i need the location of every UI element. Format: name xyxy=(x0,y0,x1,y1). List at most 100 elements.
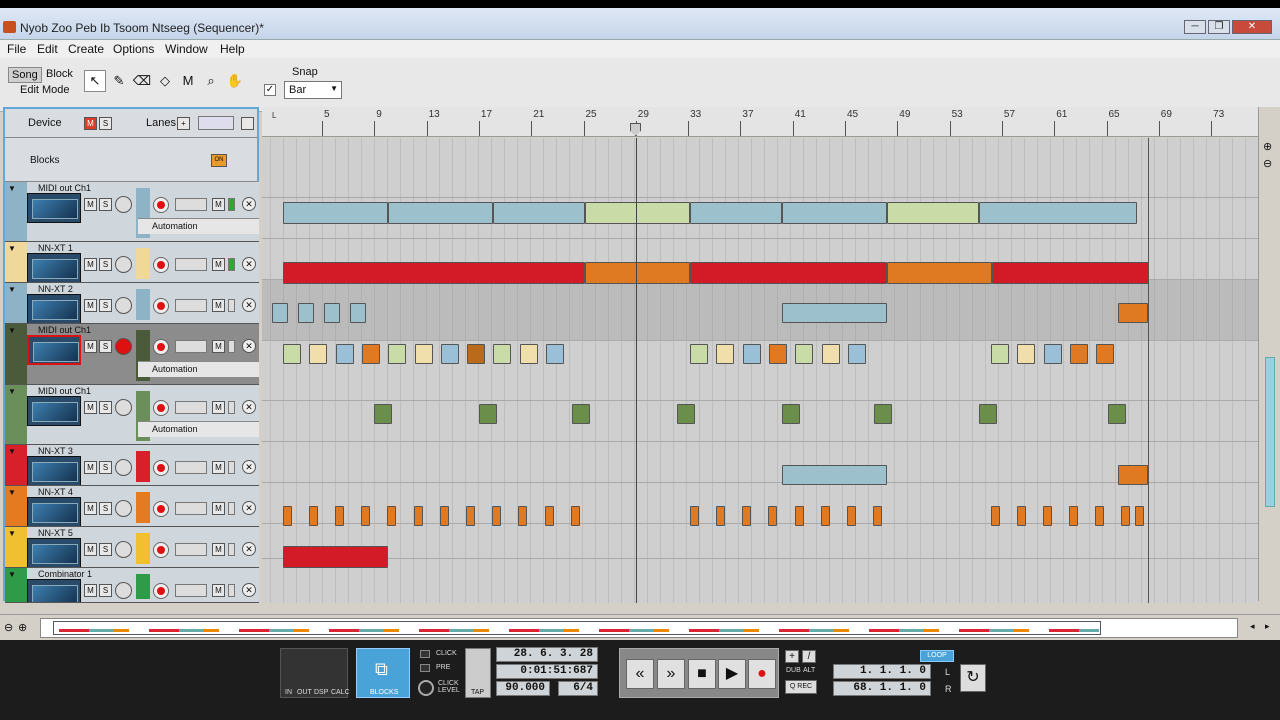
mute-button[interactable]: M xyxy=(84,258,97,271)
note-clip[interactable] xyxy=(1118,465,1148,485)
monitor-icon[interactable] xyxy=(115,399,132,416)
note-clip[interactable] xyxy=(1043,344,1062,364)
note-clip[interactable] xyxy=(272,303,288,323)
song-position-display[interactable]: 28. 6. 3. 28 xyxy=(496,647,598,662)
record-enable-button[interactable] xyxy=(153,460,169,476)
track-name[interactable]: MIDI out Ch1 xyxy=(38,386,91,396)
note-clip[interactable] xyxy=(414,344,433,364)
solo-all-button[interactable]: S xyxy=(99,117,112,130)
solo-button[interactable]: S xyxy=(99,502,112,515)
blocks-on-toggle[interactable]: ON xyxy=(211,154,227,167)
left-locator-display[interactable]: 1. 1. 1. 0 xyxy=(833,664,931,679)
note-clip[interactable] xyxy=(518,506,527,526)
menu-help[interactable]: Help xyxy=(220,42,245,56)
device-icon[interactable] xyxy=(27,193,81,223)
time-display[interactable]: 0:01:51:687 xyxy=(496,664,598,679)
device-icon[interactable] xyxy=(27,396,81,426)
note-clip[interactable] xyxy=(283,202,388,224)
note-clip[interactable] xyxy=(309,506,318,526)
solo-button[interactable]: S xyxy=(99,258,112,271)
zoom-in-icon[interactable]: ⊕ xyxy=(1263,140,1272,153)
device-icon[interactable] xyxy=(27,497,81,526)
device-icon[interactable] xyxy=(27,335,81,365)
note-clip[interactable] xyxy=(991,344,1009,364)
lane-mute-button[interactable]: M xyxy=(212,198,225,211)
mute-button[interactable]: M xyxy=(84,502,97,515)
note-clip[interactable] xyxy=(283,262,585,284)
track-name[interactable]: NN-XT 5 xyxy=(38,528,73,538)
note-clip[interactable] xyxy=(847,344,866,364)
monitor-icon[interactable] xyxy=(115,196,132,213)
close-button[interactable]: ✕ xyxy=(1232,20,1272,34)
razor-tool-icon[interactable]: ◇ xyxy=(154,70,176,92)
scroll-left-icon[interactable]: ◂ xyxy=(1250,621,1255,632)
scroll-right-icon[interactable]: ▸ xyxy=(1265,621,1270,632)
playhead-marker[interactable] xyxy=(630,123,641,136)
note-clip[interactable] xyxy=(887,202,979,224)
note-clip[interactable] xyxy=(690,262,887,284)
lane-mute-button[interactable]: M xyxy=(212,299,225,312)
track-header[interactable]: ▼ MIDI out Ch1 M S M ✕ Automation xyxy=(5,324,259,385)
note-clip[interactable] xyxy=(1135,506,1144,526)
device-icon[interactable] xyxy=(27,294,81,323)
automation-lane[interactable]: Automation xyxy=(138,421,259,437)
song-mode-button[interactable]: Song xyxy=(8,67,42,83)
mute-button[interactable]: M xyxy=(84,461,97,474)
vertical-scrollbar-thumb[interactable] xyxy=(1265,357,1275,507)
mute-tool-icon[interactable]: M xyxy=(177,70,199,92)
mute-button[interactable]: M xyxy=(84,584,97,597)
lane-mute-button[interactable]: M xyxy=(212,461,225,474)
menu-create[interactable]: Create xyxy=(68,42,104,56)
monitor-icon[interactable] xyxy=(115,459,132,476)
note-clip[interactable] xyxy=(388,202,493,224)
sequencer-lanes[interactable] xyxy=(262,138,1258,603)
lane-type-select[interactable] xyxy=(198,116,234,130)
note-clip[interactable] xyxy=(545,506,554,526)
lane-select[interactable] xyxy=(175,340,207,353)
play-button[interactable]: ▶ xyxy=(718,659,746,689)
mute-button[interactable]: M xyxy=(84,340,97,353)
navigator-overview[interactable] xyxy=(40,618,1238,638)
note-clip[interactable] xyxy=(1095,506,1104,526)
track-header[interactable]: ▼ NN-XT 4 M S M ✕ xyxy=(5,486,259,527)
note-clip[interactable] xyxy=(492,506,501,526)
note-clip[interactable] xyxy=(768,344,787,364)
lane-select[interactable] xyxy=(175,258,207,271)
mute-all-button[interactable]: M xyxy=(84,117,97,130)
delete-lane-icon[interactable]: ✕ xyxy=(242,583,256,597)
timeline-ruler[interactable]: L 5 9 13 17 21 25 29 33 37 41 45 49 53 57 61 65 69 73 xyxy=(262,107,1258,137)
note-clip[interactable] xyxy=(440,506,449,526)
lane-select[interactable] xyxy=(175,198,207,211)
precount-toggle[interactable] xyxy=(420,664,430,672)
chevron-down-icon[interactable]: ▼ xyxy=(8,570,16,579)
lane-select[interactable] xyxy=(175,461,207,474)
note-clip[interactable] xyxy=(546,344,564,364)
record-button[interactable]: ● xyxy=(748,659,776,689)
fast-forward-button[interactable]: » xyxy=(657,659,685,689)
note-clip[interactable] xyxy=(782,404,800,424)
record-enable-button[interactable] xyxy=(153,400,169,416)
tempo-display[interactable]: 90.000 xyxy=(496,681,550,696)
solo-button[interactable]: S xyxy=(99,299,112,312)
tap-tempo-button[interactable]: TAP xyxy=(465,648,491,698)
note-clip[interactable] xyxy=(795,506,804,526)
note-clip[interactable] xyxy=(493,344,512,364)
snap-checkbox[interactable]: ✓ xyxy=(264,84,276,96)
note-clip[interactable] xyxy=(690,506,699,526)
track-name[interactable]: NN-XT 2 xyxy=(38,284,73,294)
lane-select[interactable] xyxy=(175,543,207,556)
track-header[interactable]: ▼ MIDI out Ch1 M S M ✕ Automation xyxy=(5,385,259,445)
new-dub-button[interactable]: + xyxy=(785,650,799,663)
chevron-down-icon[interactable]: ▼ xyxy=(8,326,16,335)
chevron-down-icon[interactable]: ▼ xyxy=(8,244,16,253)
note-clip[interactable] xyxy=(466,506,475,526)
lane-select[interactable] xyxy=(175,502,207,515)
solo-button[interactable]: S xyxy=(99,461,112,474)
minimize-button[interactable]: ─ xyxy=(1184,20,1206,34)
monitor-icon[interactable] xyxy=(115,297,132,314)
mute-button[interactable]: M xyxy=(84,401,97,414)
delete-lane-icon[interactable]: ✕ xyxy=(242,197,256,211)
stop-button[interactable]: ■ xyxy=(688,659,716,689)
monitor-icon[interactable] xyxy=(115,256,132,273)
solo-button[interactable]: S xyxy=(99,340,112,353)
